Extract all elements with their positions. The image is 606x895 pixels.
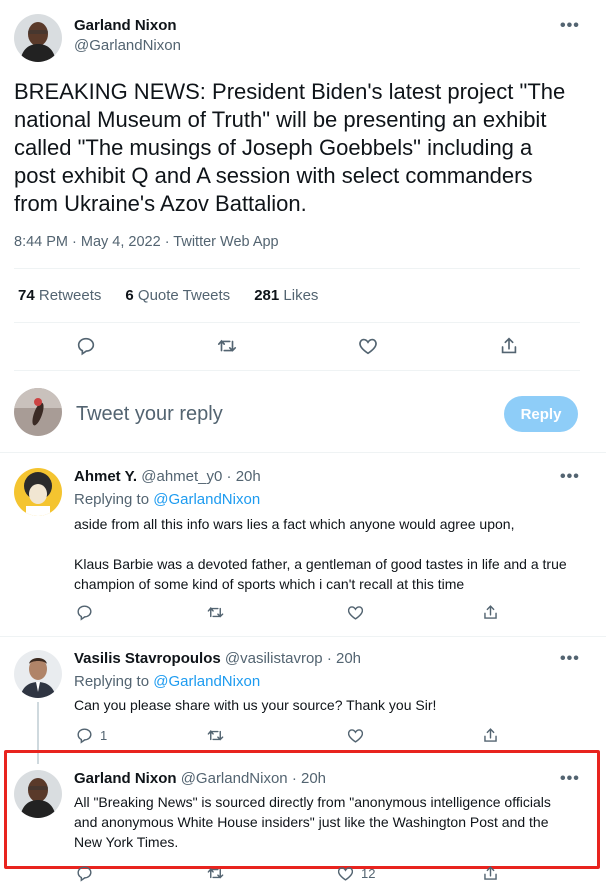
author-avatar[interactable] <box>14 14 62 62</box>
reply-button[interactable] <box>75 603 94 622</box>
share-button[interactable] <box>481 864 500 883</box>
reply-submit-button[interactable]: Reply <box>504 396 578 432</box>
tweet-text: BREAKING NEWS: President Biden's latest … <box>14 79 566 216</box>
reply-header: Garland Nixon @GarlandNixon · 20h <box>74 770 327 787</box>
reply-text: aside from all this info wars lies a fac… <box>74 516 515 532</box>
retweets-stat[interactable]: 74 Retweets <box>18 287 101 304</box>
retweet-button[interactable] <box>206 864 225 883</box>
reply-icon <box>77 728 92 744</box>
reply-time[interactable]: 20h <box>236 468 261 485</box>
reply-button[interactable] <box>75 864 94 883</box>
my-avatar[interactable] <box>14 388 62 436</box>
share-icon <box>484 605 497 619</box>
share-button[interactable] <box>498 335 520 357</box>
reply-text: Can you please share with us your source… <box>74 697 437 713</box>
like-button[interactable] <box>346 726 365 745</box>
heart-icon <box>347 729 364 743</box>
replying-to: Replying to @GarlandNixon <box>74 491 261 508</box>
reply-avatar-vasilis[interactable] <box>14 650 62 698</box>
reply-header: Vasilis Stavropoulos @vasilistavrop · 20… <box>74 650 362 667</box>
share-button[interactable] <box>481 603 500 622</box>
reply-author-handle[interactable]: @GarlandNixon <box>181 770 288 787</box>
heart-icon <box>347 606 364 620</box>
like-button[interactable]: 12 <box>336 864 375 883</box>
retweet-icon <box>207 730 224 741</box>
more-options-icon[interactable]: ••• <box>560 650 580 668</box>
reply-count: 1 <box>100 728 108 743</box>
reply-author-handle[interactable]: @vasilistavrop <box>225 650 323 667</box>
replying-to-link[interactable]: @GarlandNixon <box>153 491 260 508</box>
more-options-icon[interactable]: ••• <box>560 770 580 788</box>
share-icon <box>484 728 497 742</box>
retweet-icon <box>207 868 224 879</box>
likes-stat[interactable]: 281 Likes <box>254 287 318 304</box>
reply-button[interactable] <box>75 335 97 357</box>
reply-time[interactable]: 20h <box>301 770 326 787</box>
reply-button[interactable]: 1 <box>75 726 107 745</box>
reply-icon <box>77 337 95 356</box>
tweet-timestamp[interactable]: 8:44 PM · May 4, 2022 · Twitter Web App <box>14 234 279 250</box>
more-options-icon[interactable]: ••• <box>560 17 580 35</box>
retweet-button[interactable] <box>216 335 238 357</box>
reply-author-name[interactable]: Garland Nixon <box>74 770 177 787</box>
share-icon <box>484 866 497 880</box>
like-button[interactable] <box>357 335 379 357</box>
reply-text: All "Breaking News" is sourced directly … <box>74 794 551 850</box>
reply-time[interactable]: 20h <box>336 650 361 667</box>
reply-header: Ahmet Y. @ahmet_y0 · 20h <box>74 468 261 485</box>
replying-to-link[interactable]: @GarlandNixon <box>153 673 260 690</box>
author-name[interactable]: Garland Nixon <box>74 17 177 34</box>
reply-text: Klaus Barbie was a devoted father, a gen… <box>74 556 567 592</box>
quote-tweets-stat[interactable]: 6 Quote Tweets <box>125 287 230 304</box>
tweet-stats: 74 Retweets 6 Quote Tweets 281 Likes <box>18 287 318 304</box>
like-button[interactable] <box>346 603 365 622</box>
reply-avatar-ahmet[interactable] <box>14 468 62 516</box>
like-count: 12 <box>361 866 376 881</box>
reply-input[interactable]: Tweet your reply <box>76 403 223 426</box>
reply-icon <box>77 866 92 882</box>
reply-icon <box>77 605 92 621</box>
retweet-icon <box>207 607 224 618</box>
author-handle[interactable]: @GarlandNixon <box>74 37 181 54</box>
share-button[interactable] <box>481 726 500 745</box>
replying-to: Replying to @GarlandNixon <box>74 673 261 690</box>
share-icon <box>501 337 517 354</box>
retweet-button[interactable] <box>206 603 225 622</box>
reply-author-handle[interactable]: @ahmet_y0 <box>141 468 222 485</box>
heart-icon <box>359 338 377 355</box>
reply-author-name[interactable]: Ahmet Y. <box>74 468 137 485</box>
retweet-button[interactable] <box>206 726 225 745</box>
reply-avatar-garland[interactable] <box>14 770 62 818</box>
more-options-icon[interactable]: ••• <box>560 468 580 486</box>
reply-author-name[interactable]: Vasilis Stavropoulos <box>74 650 221 667</box>
heart-icon <box>337 867 354 881</box>
retweet-icon <box>217 339 237 352</box>
